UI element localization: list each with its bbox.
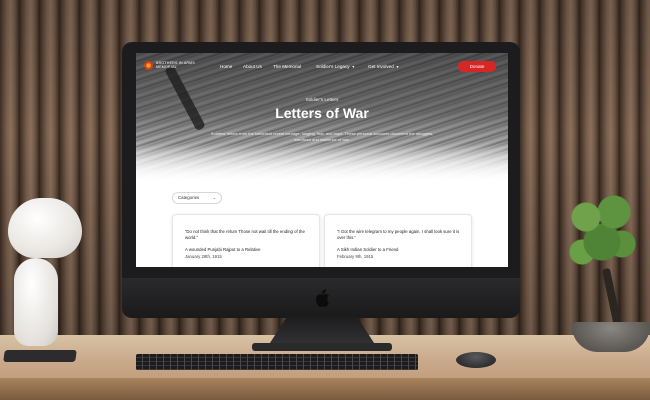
mouse [456,352,496,368]
letter-author: A Sikh Indian Soldier to a Friend [337,247,399,252]
lamp-shade [8,198,82,258]
logo-line-2: MEMORIAL [156,65,177,70]
letter-date: January 28th, 1915 [185,254,222,259]
letter-quote: “I Got the wire telegram to my people ag… [337,229,460,240]
nav-item-get-involved[interactable]: Get Involved ▼ [368,64,399,69]
plant-foliage [562,182,642,282]
chevron-down-icon: ▼ [351,65,356,69]
letter-card-1[interactable]: “Do not think that the return Those not … [172,214,320,267]
hero-description: Soldiers' letters from the battlefield r… [210,131,434,142]
donate-button[interactable]: Donate [458,61,496,72]
nav-label: Get Involved [368,64,394,69]
chevron-down-icon: ⌄ [212,195,216,200]
categories-dropdown[interactable]: Categories ⌄ [172,192,222,204]
letter-author: A wounded Punjabi Rajput to a Relative [185,247,261,252]
monitor-stand-base [252,343,392,351]
desk-edge [0,378,650,400]
nav-item-home[interactable]: Home [220,64,232,69]
nav-item-about-us[interactable]: About Us [243,64,262,69]
nav-label: The Memorial [273,64,302,69]
letter-card-2[interactable]: “I Got the wire telegram to my people ag… [324,214,472,267]
nav-item-the-memorial[interactable]: The Memorial [273,64,301,69]
lamp-base [14,258,58,346]
hero-fade [136,145,508,185]
browser-screen: BROTHERS IN ARMS MEMORIAL Home About Us … [136,53,508,267]
plant-pot [572,322,650,352]
categories-label: Categories [178,195,200,200]
letter-quote: “Do not think that the return Those not … [185,229,305,240]
chevron-down-icon: ▼ [395,65,400,69]
apple-logo-icon [314,289,330,307]
site-logo-text[interactable]: BROTHERS IN ARMS MEMORIAL [156,61,198,69]
nav-item-soldiers-legacy[interactable]: Soldier's Legacy ▼ [316,64,355,69]
top-navigation: BROTHERS IN ARMS MEMORIAL Home About Us … [136,53,508,79]
page-title: Letters of War [275,105,369,121]
nav-label: About Us [243,64,262,69]
nav-label: Home [220,64,233,69]
letter-date: February 9th, 1915 [337,254,374,259]
sunburst-emblem-icon[interactable] [144,61,153,70]
hero-subtitle: Soldier's Letters [305,97,339,102]
keyboard-rows [136,354,418,370]
smartphone [3,350,77,362]
nav-label: Soldier's Legacy [316,64,350,69]
